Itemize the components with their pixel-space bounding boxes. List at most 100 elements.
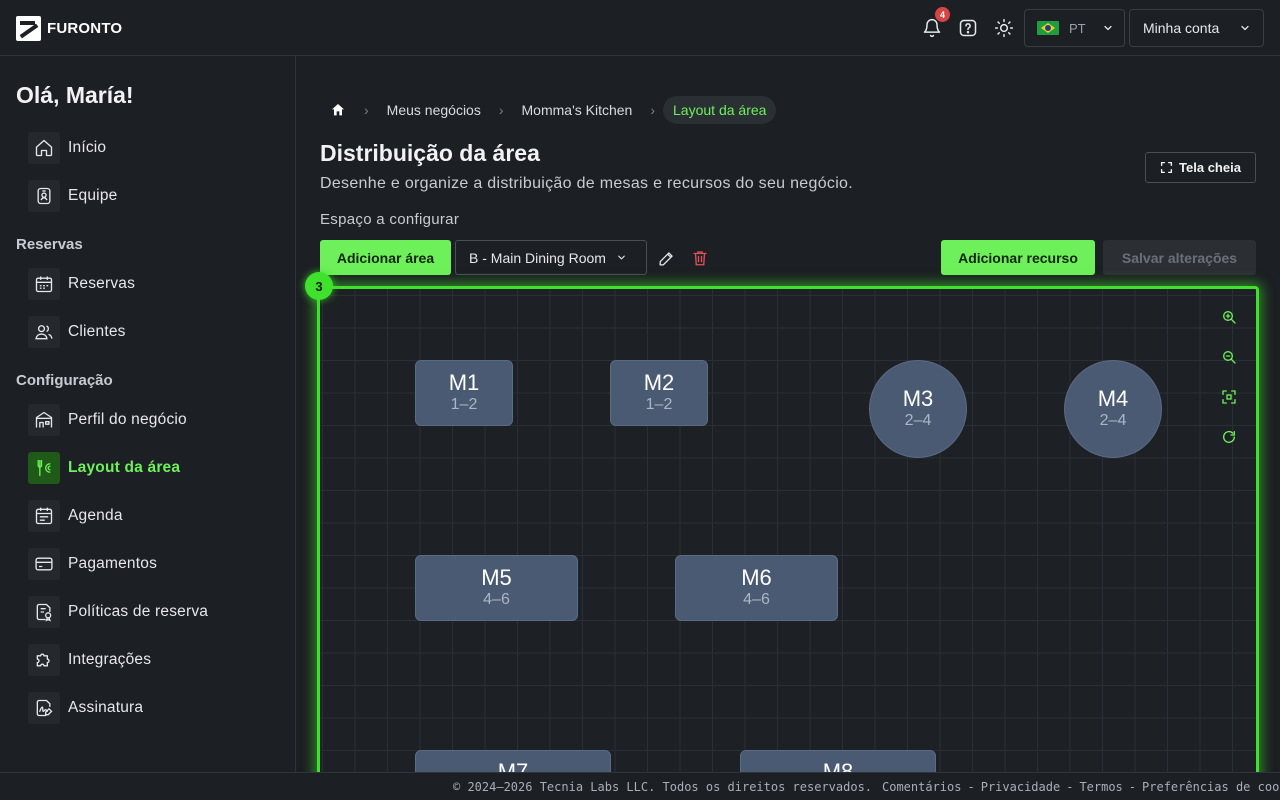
breadcrumb-home[interactable] — [320, 96, 356, 124]
table-name: M1 — [448, 370, 480, 395]
table-capacity: 1–2 — [450, 396, 478, 413]
policy-icon — [28, 596, 60, 628]
table-name: M3 — [902, 386, 934, 411]
card-icon — [28, 548, 60, 580]
chevron-down-icon — [618, 255, 625, 260]
account-menu-button[interactable]: Minha conta — [1129, 9, 1264, 47]
table-capacity: 2–4 — [904, 412, 932, 429]
add-area-button[interactable]: Adicionar área — [320, 240, 451, 275]
sidebar-item-label: Início — [68, 139, 107, 156]
breadcrumb-current: Layout da área — [663, 96, 777, 124]
table-capacity: 2–4 — [1099, 412, 1127, 429]
table-capacity: 4–6 — [483, 591, 510, 608]
logo[interactable]: FURONTO — [16, 15, 122, 41]
footer-separator: - — [1066, 780, 1074, 794]
notification-count-badge: 4 — [935, 7, 950, 22]
sidebar-item-label: Layout da área — [68, 459, 181, 476]
sidebar-item-pagamentos[interactable]: Pagamentos — [28, 548, 157, 580]
notifications-button[interactable]: 4 — [918, 7, 950, 42]
sidebar-item-clientes[interactable]: Clientes — [28, 316, 126, 348]
sidebar-item-agenda[interactable]: Agenda — [28, 500, 123, 532]
sidebar-item-inicio[interactable]: Início — [28, 132, 106, 164]
zoom-in-button[interactable] — [1219, 307, 1239, 327]
section-title-configuracao: Configuração — [16, 372, 113, 389]
fullscreen-icon — [1160, 161, 1173, 174]
help-button[interactable] — [954, 14, 982, 42]
footer-link-comentarios[interactable]: Comentários — [882, 780, 961, 794]
footer-link-privacidade[interactable]: Privacidade — [981, 780, 1060, 794]
home-icon — [28, 132, 60, 164]
reset-view-button[interactable] — [1219, 427, 1239, 447]
signature-icon — [28, 692, 60, 724]
sidebar-item-assinatura[interactable]: Assinatura — [28, 692, 143, 724]
table-m6[interactable]: M6 4–6 — [675, 555, 838, 621]
chevron-down-icon — [1241, 25, 1249, 31]
sun-icon — [994, 18, 1014, 38]
sidebar-item-reservas[interactable]: Reservas — [28, 268, 135, 300]
table-m3[interactable]: M3 2–4 — [869, 360, 967, 458]
language-code: PT — [1069, 20, 1086, 36]
brazil-flag-icon — [1037, 21, 1059, 35]
fullscreen-button[interactable]: Tela cheia — [1145, 152, 1256, 183]
chevron-right-icon: › — [364, 102, 369, 118]
home-icon — [332, 104, 344, 116]
table-m4[interactable]: M4 2–4 — [1064, 360, 1162, 458]
sidebar-item-equipe[interactable]: Equipe — [28, 180, 117, 212]
section-title-reservas: Reservas — [16, 236, 83, 253]
table-name: M6 — [741, 565, 772, 590]
footer-link-termos[interactable]: Termos — [1079, 780, 1122, 794]
table-capacity: 1–2 — [645, 396, 673, 413]
account-label: Minha conta — [1143, 20, 1220, 36]
floor-plan-canvas[interactable]: M1 1–2 M2 1–2 M3 2–4 M4 2–4 M5 4–6 M6 4–… — [317, 286, 1259, 800]
fit-view-button[interactable] — [1219, 387, 1239, 407]
footer-separator: - — [967, 780, 975, 794]
sidebar-item-label: Equipe — [68, 187, 118, 204]
footer-separator: - — [1128, 780, 1137, 794]
breadcrumb: › Meus negócios › Momma's Kitchen › Layo… — [320, 96, 777, 124]
chevron-right-icon: › — [650, 102, 656, 118]
copyright: © 2024–2026 Tecnia Labs LLC. Todos os di… — [453, 780, 873, 794]
table-name: M5 — [481, 565, 512, 590]
step-badge: 3 — [305, 272, 333, 300]
schedule-icon — [28, 500, 60, 532]
refresh-icon — [1223, 430, 1235, 443]
table-capacity: 4–6 — [743, 591, 770, 608]
breadcrumb-business[interactable]: Momma's Kitchen — [512, 96, 643, 124]
help-icon — [959, 19, 977, 37]
area-select[interactable]: B - Main Dining Room — [455, 240, 647, 275]
add-resource-button[interactable]: Adicionar recurso — [941, 240, 1095, 275]
puzzle-icon — [28, 644, 60, 676]
footer: © 2024–2026 Tecnia Labs LLC. Todos os di… — [0, 772, 1280, 800]
logo-mark-icon — [16, 15, 41, 41]
sidebar-item-politicas-reserva[interactable]: Políticas de reserva — [28, 596, 208, 628]
sidebar-item-integracoes[interactable]: Integrações — [28, 644, 151, 676]
sidebar-item-label: Integrações — [68, 651, 152, 668]
breadcrumb-meus-negocios[interactable]: Meus negócios — [377, 96, 491, 124]
sidebar-item-label: Políticas de reserva — [68, 603, 209, 620]
table-m1[interactable]: M1 1–2 — [415, 360, 513, 426]
chevron-right-icon: › — [498, 102, 504, 118]
table-m5[interactable]: M5 4–6 — [415, 555, 578, 621]
fit-view-icon — [1222, 390, 1236, 404]
users-icon — [28, 316, 60, 348]
delete-area-button[interactable] — [686, 244, 714, 272]
page-title: Distribuição da área — [320, 140, 540, 166]
zoom-in-icon — [1223, 311, 1236, 324]
sidebar-item-label: Agenda — [68, 507, 123, 524]
sidebar-item-label: Clientes — [68, 323, 126, 340]
table-m2[interactable]: M2 1–2 — [610, 360, 708, 426]
calendar-icon — [28, 268, 60, 300]
sidebar-item-label: Perfil do negócio — [68, 411, 187, 428]
utensils-icon — [28, 452, 60, 484]
fullscreen-label: Tela cheia — [1179, 160, 1241, 175]
badge-icon — [28, 180, 60, 212]
theme-toggle-button[interactable] — [990, 14, 1018, 42]
footer-link-cookies[interactable]: Preferências de cookies — [1142, 780, 1280, 794]
sidebar-item-perfil-negocio[interactable]: Perfil do negócio — [28, 404, 187, 436]
page-subtitle: Desenhe e organize a distribuição de mes… — [320, 175, 854, 192]
sidebar-item-layout-area[interactable]: Layout da área — [28, 452, 180, 484]
edit-area-button[interactable] — [652, 244, 680, 272]
language-selector[interactable]: PT — [1024, 9, 1125, 47]
pencil-icon — [659, 251, 673, 265]
zoom-out-button[interactable] — [1219, 347, 1239, 367]
